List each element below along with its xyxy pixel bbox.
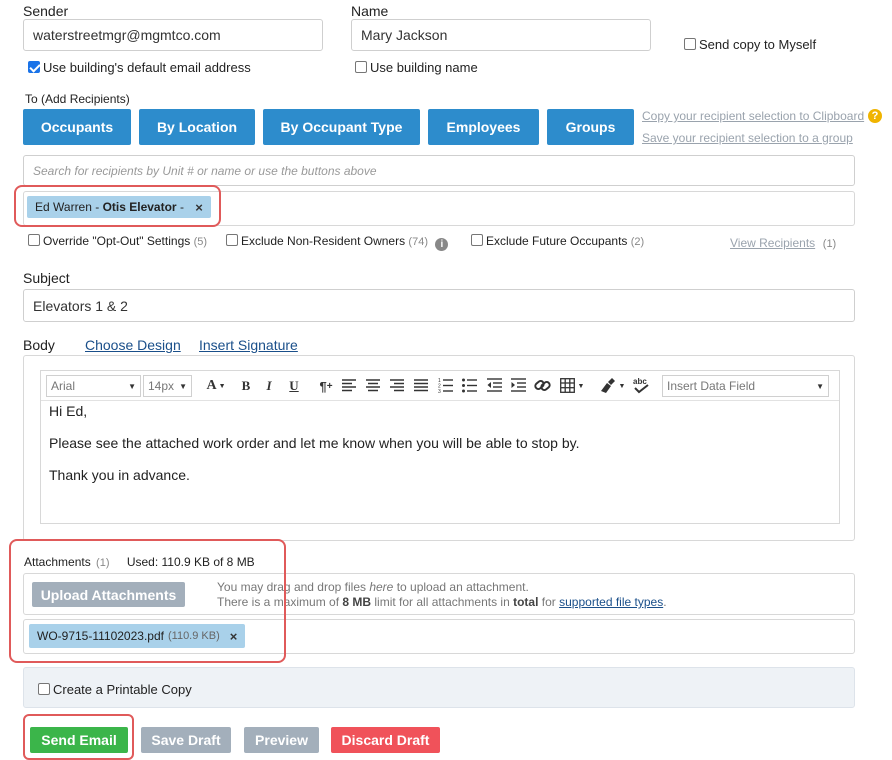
recipient-search-placeholder: Search for recipients by Unit # or name … [33,163,377,178]
body-line-message: Please see the attached work order and l… [49,435,580,451]
choose-design-link[interactable]: Choose Design [85,337,181,353]
send-email-highlight [23,714,134,760]
exclude-future-label: Exclude Future Occupants [486,234,628,248]
by-occupant-type-button[interactable]: By Occupant Type [263,109,420,145]
printable-copy-checkbox[interactable] [38,683,50,695]
subject-value: Elevators 1 & 2 [33,297,128,314]
info-icon[interactable]: i [435,238,449,251]
view-recipients: View Recipients (1) [730,235,836,250]
subject-input[interactable]: Elevators 1 & 2 [23,289,855,322]
recipients-label: To (Add Recipients) [25,92,130,106]
table-caret-icon[interactable]: ▼ [576,375,586,397]
use-building-name-option[interactable]: Use building name [355,60,478,75]
hint2-d: total [513,595,539,609]
exclude-non-resident-label: Exclude Non-Resident Owners [241,234,406,248]
preview-button[interactable]: Preview [244,727,319,753]
groups-button[interactable]: Groups [547,109,634,145]
body-line-greeting: Hi Ed, [49,403,88,419]
hint1-c: to upload an attachment. [393,580,529,594]
justify-icon[interactable] [414,379,428,392]
insert-data-field-caret-icon: ▼ [816,381,824,391]
outdent-icon[interactable] [487,378,502,393]
font-family-select[interactable]: Arial ▼ [46,375,141,397]
help-icon[interactable]: ? [868,109,882,123]
body-label: Body [23,337,55,353]
svg-text:3: 3 [438,389,441,393]
override-opt-out-checkbox[interactable] [28,234,40,246]
discard-draft-button[interactable]: Discard Draft [331,727,440,753]
printable-copy-label: Create a Printable Copy [53,682,192,697]
font-size-value: 14px [148,379,175,393]
name-value: Mary Jackson [361,27,448,43]
clear-format-icon[interactable] [598,377,616,394]
save-draft-button[interactable]: Save Draft [141,727,231,753]
clear-format-caret-icon[interactable]: ▼ [617,375,627,397]
bullet-list-icon[interactable] [462,378,477,393]
override-opt-out-label: Override "Opt-Out" Settings [43,234,191,248]
send-copy-label: Send copy to Myself [699,37,817,52]
name-label: Name [351,3,389,19]
hint1-b: here [369,580,394,594]
align-left-icon[interactable] [342,379,356,392]
align-center-icon[interactable] [366,379,380,392]
svg-text:abc: abc [633,377,647,386]
name-input[interactable]: Mary Jackson [351,19,651,51]
body-line-closing: Thank you in advance. [49,467,190,483]
exclude-non-resident-option[interactable]: Exclude Non-Resident Owners (74) i [226,234,449,251]
exclude-future-checkbox[interactable] [471,234,483,246]
indent-icon[interactable] [511,378,526,393]
subject-label: Subject [23,270,70,286]
view-recipients-link[interactable]: View Recipients [730,236,815,250]
exclude-non-resident-count: (74) [408,236,428,248]
view-recipients-count: (1) [822,238,837,250]
default-email-checkbox[interactable] [28,61,40,73]
paragraph-format-icon[interactable]: ¶ + [316,375,336,397]
hint2-b: 8 MB [342,595,372,609]
hint2-f: . [663,595,667,609]
copy-to-clipboard-link[interactable]: Copy your recipient selection to Clipboa… [642,109,864,123]
numbered-list-icon[interactable]: 123 [438,378,453,393]
use-building-name-checkbox[interactable] [355,61,367,73]
attachments-highlight [9,539,286,663]
align-right-icon[interactable] [390,379,404,392]
sender-email-value: waterstreetmgr@mgmtco.com [33,27,221,43]
send-copy-checkbox[interactable] [684,38,696,50]
exclude-future-count: (2) [630,236,645,248]
toolbar-divider [41,400,839,401]
insert-signature-link[interactable]: Insert Signature [199,337,298,353]
override-opt-out-option[interactable]: Override "Opt-Out" Settings (5) [28,234,207,248]
text-color-icon[interactable]: A ▼ [203,375,229,397]
sender-email-input[interactable]: waterstreetmgr@mgmtco.com [23,19,323,51]
font-size-select[interactable]: 14px ▼ [143,375,192,397]
font-family-caret-icon: ▼ [128,381,136,391]
hint2-c: limit for all attachments in [371,595,514,609]
occupants-button[interactable]: Occupants [23,109,131,145]
override-opt-out-count: (5) [193,236,208,248]
exclude-future-option[interactable]: Exclude Future Occupants (2) [471,234,644,248]
default-email-label: Use building's default email address [43,60,251,75]
recipient-search-input[interactable]: Search for recipients by Unit # or name … [23,155,855,186]
spellcheck-icon[interactable]: abc [632,376,652,394]
printable-copy-option[interactable]: Create a Printable Copy [38,682,192,697]
table-icon[interactable] [560,378,575,393]
italic-icon[interactable]: I [261,375,277,397]
underline-icon[interactable]: U [286,375,302,397]
by-location-button[interactable]: By Location [139,109,255,145]
default-email-option[interactable]: Use building's default email address [28,60,251,75]
bold-icon[interactable]: B [238,375,254,397]
insert-data-field-select[interactable]: Insert Data Field ▼ [662,375,829,397]
sender-label: Sender [23,3,69,19]
link-icon[interactable] [534,377,551,394]
use-building-name-label: Use building name [370,60,478,75]
insert-data-field-value: Insert Data Field [667,379,756,393]
recipient-highlight [14,185,221,227]
font-size-caret-icon: ▼ [179,381,187,391]
hint2-e: for [538,595,560,609]
send-copy-option[interactable]: Send copy to Myself [684,37,816,52]
exclude-non-resident-checkbox[interactable] [226,234,238,246]
font-family-value: Arial [51,379,76,393]
employees-button[interactable]: Employees [428,109,539,145]
supported-file-types-link[interactable]: supported file types [559,595,663,609]
save-to-group-link[interactable]: Save your recipient selection to a group [642,131,853,145]
